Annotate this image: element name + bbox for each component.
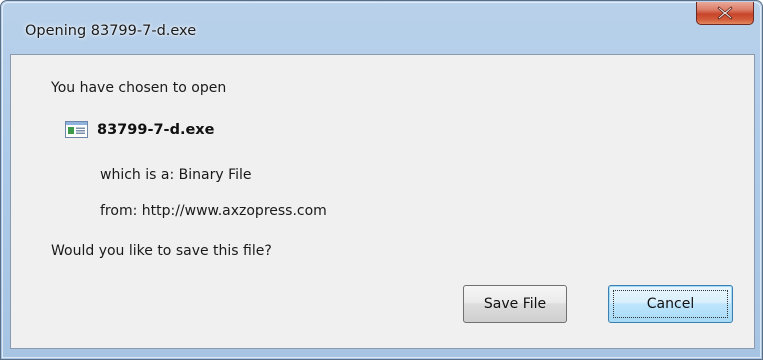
cancel-button-label: Cancel	[646, 296, 695, 312]
file-type-label: which is a:	[100, 167, 175, 183]
download-dialog-window: Opening 83799-7-d.exe You have chosen to…	[0, 0, 763, 360]
save-file-button[interactable]: Save File	[463, 285, 567, 323]
window-title: Opening 83799-7-d.exe	[25, 23, 197, 39]
close-icon	[717, 6, 733, 20]
file-info-row: 83799-7-d.exe	[65, 121, 214, 138]
file-source-label: from:	[100, 203, 138, 219]
intro-text: You have chosen to open	[51, 80, 227, 96]
file-type-row: which is a: Binary File	[100, 167, 252, 183]
save-question: Would you like to save this file?	[51, 243, 272, 259]
close-button[interactable]	[696, 2, 754, 25]
dialog-content: You have chosen to open 83799-7-d.exe wh…	[10, 54, 755, 349]
file-source-value: http://www.axzopress.com	[141, 203, 327, 219]
file-name: 83799-7-d.exe	[97, 121, 215, 138]
cancel-button[interactable]: Cancel	[608, 285, 733, 323]
file-type-value: Binary File	[178, 167, 252, 183]
file-source-row: from: http://www.axzopress.com	[100, 203, 327, 219]
executable-file-icon	[65, 121, 88, 138]
save-file-button-label: Save File	[483, 296, 547, 312]
